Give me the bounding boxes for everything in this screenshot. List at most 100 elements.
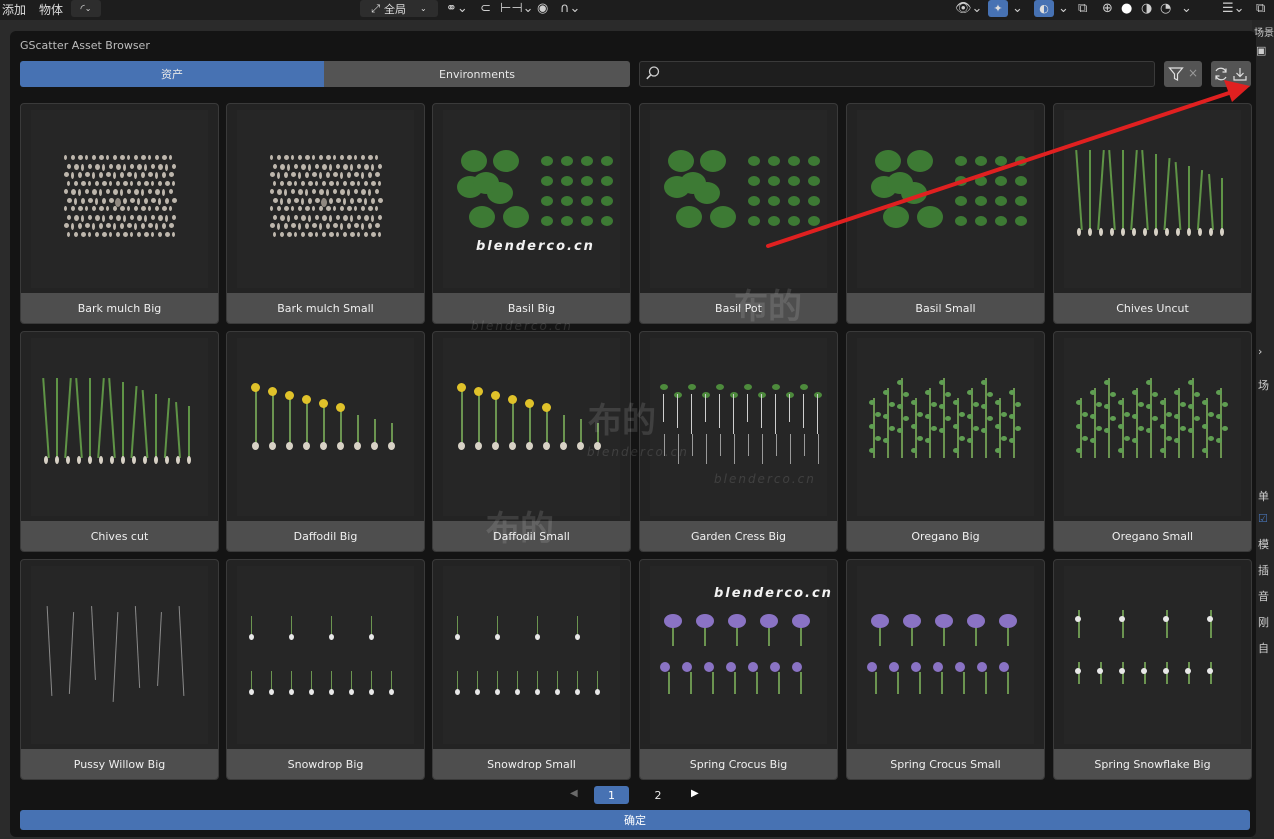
- download-icon[interactable]: [1232, 66, 1248, 82]
- snap-target-icon[interactable]: ⊢⊣⌄: [500, 1, 534, 16]
- asset-card[interactable]: Snowdrop Big: [226, 559, 425, 780]
- chevron-down-icon[interactable]: ⌄: [1058, 1, 1069, 16]
- mulch-piece: [343, 197, 346, 205]
- tab-environments[interactable]: Environments: [324, 61, 630, 87]
- asset-thumbnail[interactable]: [857, 566, 1034, 744]
- chevron-down-icon[interactable]: ⌄: [1012, 1, 1023, 16]
- asset-label[interactable]: Daffodil Big: [227, 521, 424, 551]
- mulch-piece: [322, 231, 326, 237]
- asset-card[interactable]: Basil Big: [432, 103, 631, 324]
- asset-label[interactable]: Oregano Big: [847, 521, 1044, 551]
- oregano-leaf: [1015, 426, 1021, 431]
- asset-label[interactable]: Chives cut: [21, 521, 218, 551]
- panel-glyph-4[interactable]: 音: [1258, 588, 1269, 604]
- asset-label[interactable]: Spring Crocus Big: [640, 749, 837, 779]
- asset-thumbnail[interactable]: [31, 566, 208, 744]
- transform-orientation-dropdown[interactable]: ⤢ 全局 ⌄: [360, 0, 438, 17]
- mulch-piece: [287, 163, 290, 171]
- visibility-icon[interactable]: 👁⌄: [955, 1, 982, 16]
- new-collection-icon[interactable]: ⧉: [1256, 1, 1265, 16]
- chive-blade: [1097, 150, 1105, 230]
- asset-thumbnail[interactable]: [1064, 566, 1241, 744]
- asset-thumbnail[interactable]: [31, 338, 208, 516]
- asset-card[interactable]: Oregano Big: [846, 331, 1045, 552]
- asset-card[interactable]: Spring Crocus Small: [846, 559, 1045, 780]
- asset-thumbnail[interactable]: [443, 110, 620, 288]
- outliner-filter-icon[interactable]: ☰⌄: [1222, 1, 1245, 16]
- material-shading-icon[interactable]: ◑: [1141, 1, 1152, 16]
- mulch-piece: [88, 163, 92, 169]
- asset-thumbnail[interactable]: [237, 338, 414, 516]
- mode-dropdown[interactable]: ◜ ⌄: [71, 0, 101, 17]
- panel-glyph-1[interactable]: 单: [1258, 488, 1269, 504]
- asset-thumbnail[interactable]: [857, 110, 1034, 288]
- mulch-piece: [155, 189, 160, 195]
- snap-icon[interactable]: ⊂: [480, 1, 491, 16]
- asset-label[interactable]: Bark mulch Small: [227, 293, 424, 323]
- panel-glyph-5[interactable]: 刚: [1258, 614, 1269, 630]
- asset-card[interactable]: Garden Cress Big: [639, 331, 838, 552]
- proportional-edit-icon[interactable]: ◉: [537, 1, 548, 16]
- asset-label[interactable]: Spring Snowflake Big: [1054, 749, 1251, 779]
- asset-label[interactable]: Bark mulch Big: [21, 293, 218, 323]
- rendered-shading-icon[interactable]: ◔: [1160, 1, 1171, 16]
- asset-card[interactable]: Bark mulch Small: [226, 103, 425, 324]
- pivot-icon[interactable]: ⚭⌄: [446, 1, 468, 16]
- asset-card[interactable]: Basil Small: [846, 103, 1045, 324]
- panel-glyph-2[interactable]: 模: [1258, 536, 1269, 552]
- asset-thumbnail[interactable]: [1064, 110, 1241, 288]
- asset-card[interactable]: Chives cut: [20, 331, 219, 552]
- wireframe-shading-icon[interactable]: ⊕: [1102, 1, 1113, 16]
- asset-label[interactable]: Pussy Willow Big: [21, 749, 218, 779]
- asset-thumbnail[interactable]: [443, 566, 620, 744]
- asset-thumbnail[interactable]: [237, 566, 414, 744]
- asset-label[interactable]: Snowdrop Small: [433, 749, 630, 779]
- menu-object[interactable]: 物体: [39, 1, 63, 18]
- next-page-icon[interactable]: ▶: [691, 788, 699, 799]
- asset-card[interactable]: Oregano Small: [1053, 331, 1252, 552]
- search-box[interactable]: [639, 61, 1155, 87]
- basil-sprout: [995, 196, 1007, 206]
- mulch-piece: [113, 172, 116, 179]
- asset-card[interactable]: Snowdrop Small: [432, 559, 631, 780]
- checkbox-icon[interactable]: ☑: [1258, 512, 1268, 525]
- search-input[interactable]: [666, 65, 1150, 85]
- menu-add[interactable]: 添加: [2, 1, 26, 18]
- mulch-piece: [326, 172, 330, 178]
- asset-label[interactable]: Snowdrop Big: [227, 749, 424, 779]
- asset-card[interactable]: Daffodil Big: [226, 331, 425, 552]
- asset-thumbnail[interactable]: [650, 338, 827, 516]
- filter-button[interactable]: ×: [1164, 61, 1202, 87]
- refresh-icon[interactable]: [1213, 66, 1229, 82]
- asset-card[interactable]: Spring Snowflake Big: [1053, 559, 1252, 780]
- chevron-down-icon[interactable]: ⌄: [1181, 1, 1192, 16]
- asset-label[interactable]: Oregano Small: [1054, 521, 1251, 551]
- asset-label[interactable]: Basil Small: [847, 293, 1044, 323]
- basil-sprout: [955, 196, 967, 206]
- mulch-piece: [340, 189, 345, 195]
- asset-label[interactable]: Chives Uncut: [1054, 293, 1251, 323]
- asset-thumbnail[interactable]: [650, 110, 827, 288]
- asset-thumbnail[interactable]: [31, 110, 208, 288]
- prev-page-icon[interactable]: ◀: [570, 788, 578, 799]
- xray-icon[interactable]: ⧉: [1078, 1, 1087, 16]
- page-button-2[interactable]: 2: [650, 786, 666, 804]
- asset-thumbnail[interactable]: [1064, 338, 1241, 516]
- asset-thumbnail[interactable]: [857, 338, 1034, 516]
- confirm-button[interactable]: 确定: [20, 810, 1250, 830]
- panel-glyph-6[interactable]: 自: [1258, 640, 1269, 656]
- gizmo-toggle-icon[interactable]: ✦: [988, 0, 1008, 17]
- overlay-toggle-icon[interactable]: ◐: [1034, 0, 1054, 17]
- asset-label[interactable]: Garden Cress Big: [640, 521, 837, 551]
- falloff-icon[interactable]: ∩⌄: [560, 1, 580, 16]
- clear-filter-icon[interactable]: ×: [1188, 66, 1198, 80]
- asset-card[interactable]: Pussy Willow Big: [20, 559, 219, 780]
- solid-shading-icon[interactable]: ●: [1121, 1, 1132, 16]
- asset-card[interactable]: Chives Uncut: [1053, 103, 1252, 324]
- panel-glyph-3[interactable]: 插: [1258, 562, 1269, 578]
- asset-thumbnail[interactable]: [237, 110, 414, 288]
- page-button-1[interactable]: 1: [594, 786, 629, 804]
- asset-label[interactable]: Spring Crocus Small: [847, 749, 1044, 779]
- tab-assets[interactable]: 资产: [20, 61, 324, 87]
- asset-card[interactable]: Bark mulch Big: [20, 103, 219, 324]
